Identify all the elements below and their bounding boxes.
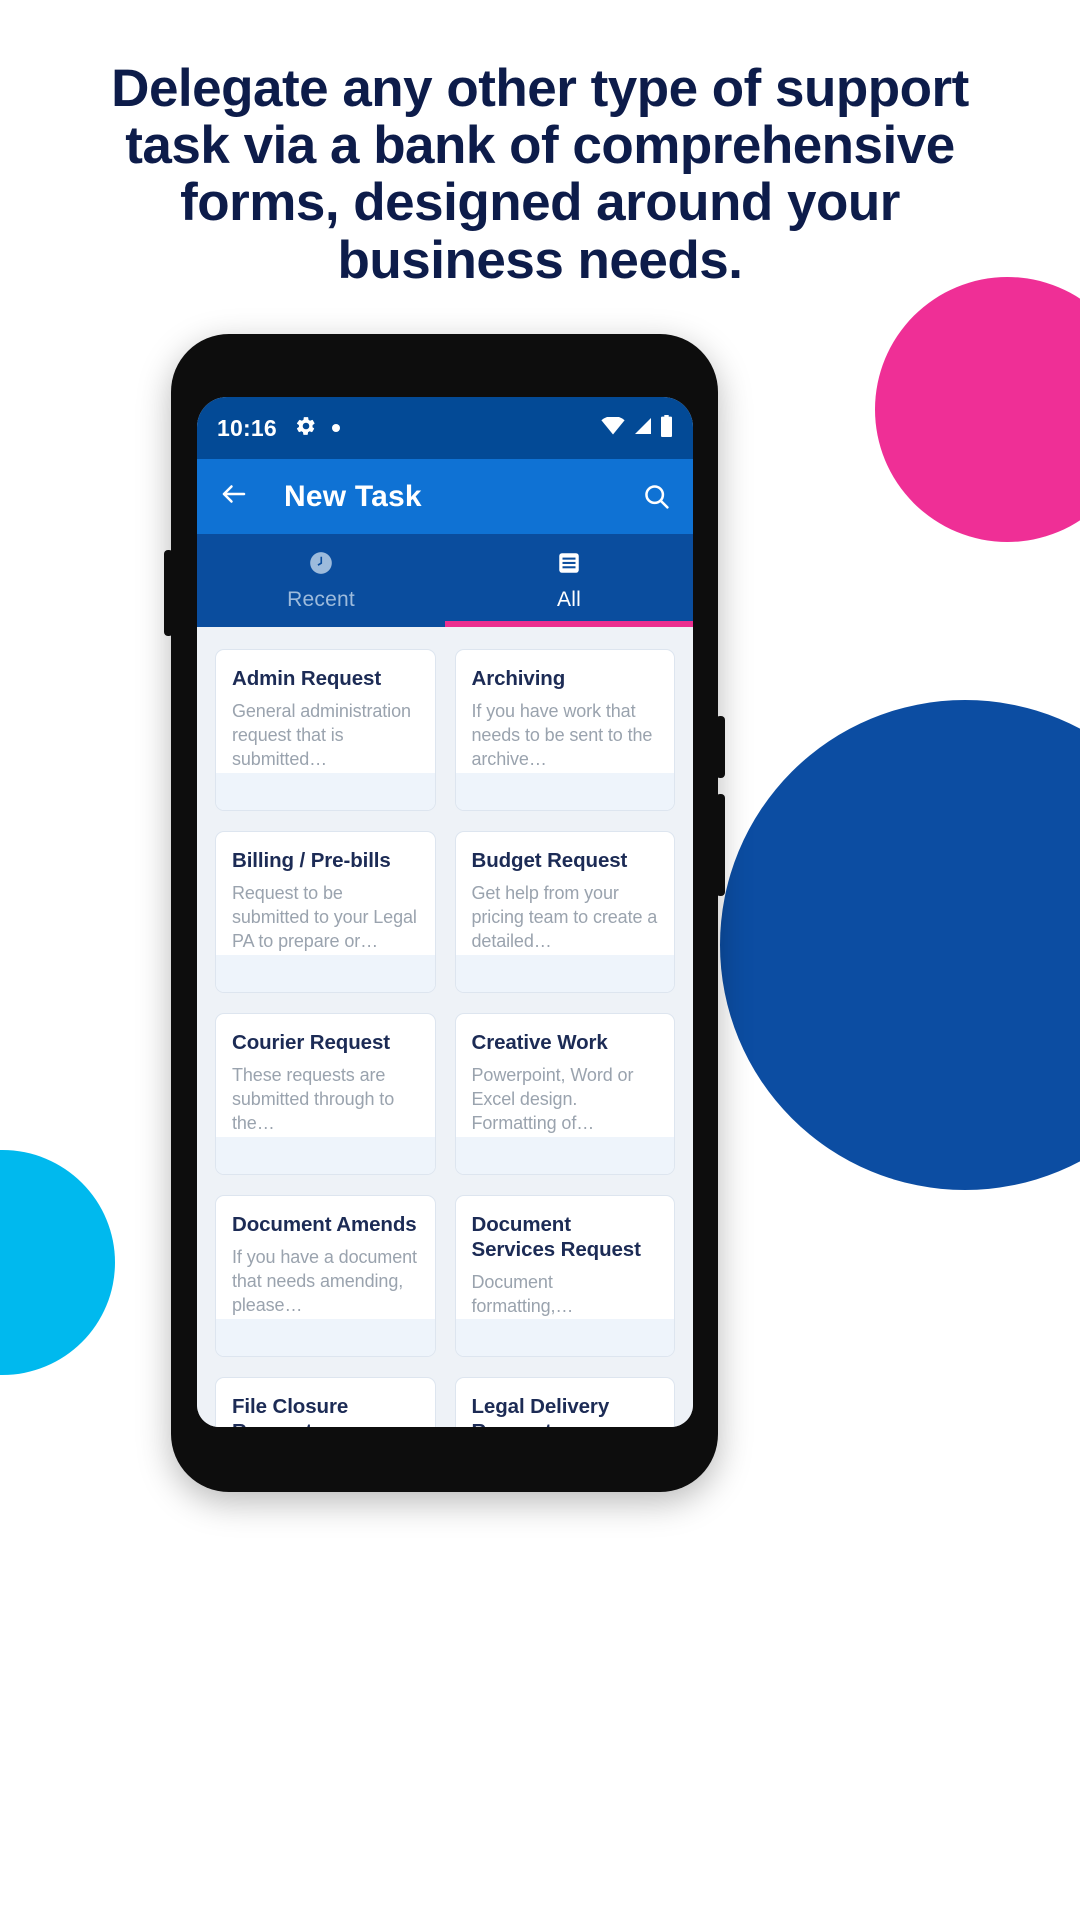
headline-line-4: business needs. <box>337 230 743 290</box>
card-title: Archiving <box>471 667 566 690</box>
card-description: Request to be submitted to your Legal PA… <box>232 883 417 951</box>
card-title: Courier Request <box>232 1031 390 1054</box>
tab-all-label: All <box>557 587 581 611</box>
task-card-admin-request[interactable]: Admin Request General administration req… <box>215 649 436 811</box>
card-body: Courier Request These requests are submi… <box>216 1014 435 1137</box>
task-card-billing-pre-bills[interactable]: Billing / Pre-bills Request to be submit… <box>215 831 436 993</box>
card-description: If you have a document that needs amendi… <box>232 1247 417 1315</box>
card-footer <box>216 773 435 810</box>
card-footer <box>455 1319 674 1356</box>
gear-icon <box>295 415 317 442</box>
card-footer <box>455 1137 674 1174</box>
tab-bar: Recent All <box>197 534 693 627</box>
task-card-courier-request[interactable]: Courier Request These requests are submi… <box>215 1013 436 1175</box>
phone-screen: 10:16 New Task Recent All Admin Request … <box>197 397 693 1427</box>
task-card-archiving[interactable]: Archiving If you have work that needs to… <box>454 649 675 811</box>
tab-recent[interactable]: Recent <box>197 534 445 627</box>
list-icon <box>556 550 582 581</box>
card-title: Document Amends <box>232 1213 417 1236</box>
app-bar-title: New Task <box>284 479 422 513</box>
task-card-document-amends[interactable]: Document Amends If you have a document t… <box>215 1195 436 1357</box>
pink-circle-decoration <box>875 277 1080 542</box>
card-body: Budget Request Get help from your pricin… <box>456 832 675 955</box>
card-footer <box>455 955 674 992</box>
card-title: File Closure Request <box>232 1395 349 1427</box>
task-card-file-closure-request[interactable]: File Closure Request If a matter has bee… <box>215 1377 436 1427</box>
card-body: Admin Request General administration req… <box>216 650 435 773</box>
card-body: Document Services Request Document forma… <box>456 1196 675 1319</box>
card-title: Creative Work <box>471 1031 608 1054</box>
tab-all[interactable]: All <box>445 534 693 627</box>
phone-mockup: 10:16 New Task Recent All Admin Request … <box>164 334 725 1492</box>
card-footer <box>216 1137 435 1174</box>
card-body: Billing / Pre-bills Request to be submit… <box>216 832 435 955</box>
dot-icon <box>331 424 340 432</box>
task-card-legal-delivery-request[interactable]: Legal Delivery Request For any legal wor… <box>454 1377 675 1427</box>
wifi-icon <box>601 415 625 440</box>
phone-side-button-left[interactable] <box>164 550 173 636</box>
back-arrow-icon[interactable] <box>219 479 249 514</box>
task-type-grid[interactable]: Admin Request General administration req… <box>197 627 693 1427</box>
phone-volume-button[interactable] <box>716 794 725 896</box>
status-bar-system-icons <box>601 414 673 442</box>
battery-icon <box>660 414 673 442</box>
card-description: Get help from your pricing team to creat… <box>471 883 658 951</box>
card-title: Billing / Pre-bills <box>232 849 391 872</box>
app-bar: New Task <box>197 459 693 534</box>
status-bar-notification-icons <box>295 415 340 442</box>
card-title: Budget Request <box>471 849 628 872</box>
card-description: General administration request that is s… <box>232 701 411 769</box>
card-body: Archiving If you have work that needs to… <box>456 650 675 773</box>
card-description: These requests are submitted through to … <box>232 1065 395 1133</box>
card-title: Document Services Request <box>471 1213 641 1261</box>
clock-icon <box>308 550 334 581</box>
card-body: Legal Delivery Request For any legal wor… <box>456 1378 675 1427</box>
status-bar-time: 10:16 <box>217 414 277 441</box>
task-card-creative-work[interactable]: Creative Work Powerpoint, Word or Excel … <box>454 1013 675 1175</box>
card-footer <box>455 773 674 810</box>
signal-icon <box>632 417 653 440</box>
card-body: Creative Work Powerpoint, Word or Excel … <box>456 1014 675 1137</box>
headline-line-2: task via a bank of comprehensive <box>125 116 955 176</box>
card-body: File Closure Request If a matter has bee… <box>216 1378 435 1427</box>
card-description: Document formatting,… <box>471 1272 574 1316</box>
card-title: Admin Request <box>232 667 382 690</box>
search-icon[interactable] <box>642 482 671 511</box>
headline-line-3: forms, designed around your <box>180 173 900 233</box>
page-title: Delegate any other type of support task … <box>80 60 1000 289</box>
card-description: If you have work that needs to be sent t… <box>471 701 653 769</box>
status-bar: 10:16 <box>197 397 693 459</box>
card-description: Powerpoint, Word or Excel design. Format… <box>471 1065 634 1133</box>
tab-active-indicator <box>445 621 693 627</box>
tab-recent-label: Recent <box>287 587 355 611</box>
card-footer <box>216 955 435 992</box>
cyan-circle-decoration <box>0 1150 115 1375</box>
task-card-budget-request[interactable]: Budget Request Get help from your pricin… <box>454 831 675 993</box>
card-title: Legal Delivery Request <box>471 1395 610 1427</box>
card-body: Document Amends If you have a document t… <box>216 1196 435 1319</box>
card-footer <box>216 1319 435 1356</box>
phone-power-button[interactable] <box>716 716 725 778</box>
headline-line-1: Delegate any other type of support <box>111 59 969 118</box>
task-card-document-services-request[interactable]: Document Services Request Document forma… <box>454 1195 675 1357</box>
navy-circle-decoration <box>720 700 1080 1190</box>
